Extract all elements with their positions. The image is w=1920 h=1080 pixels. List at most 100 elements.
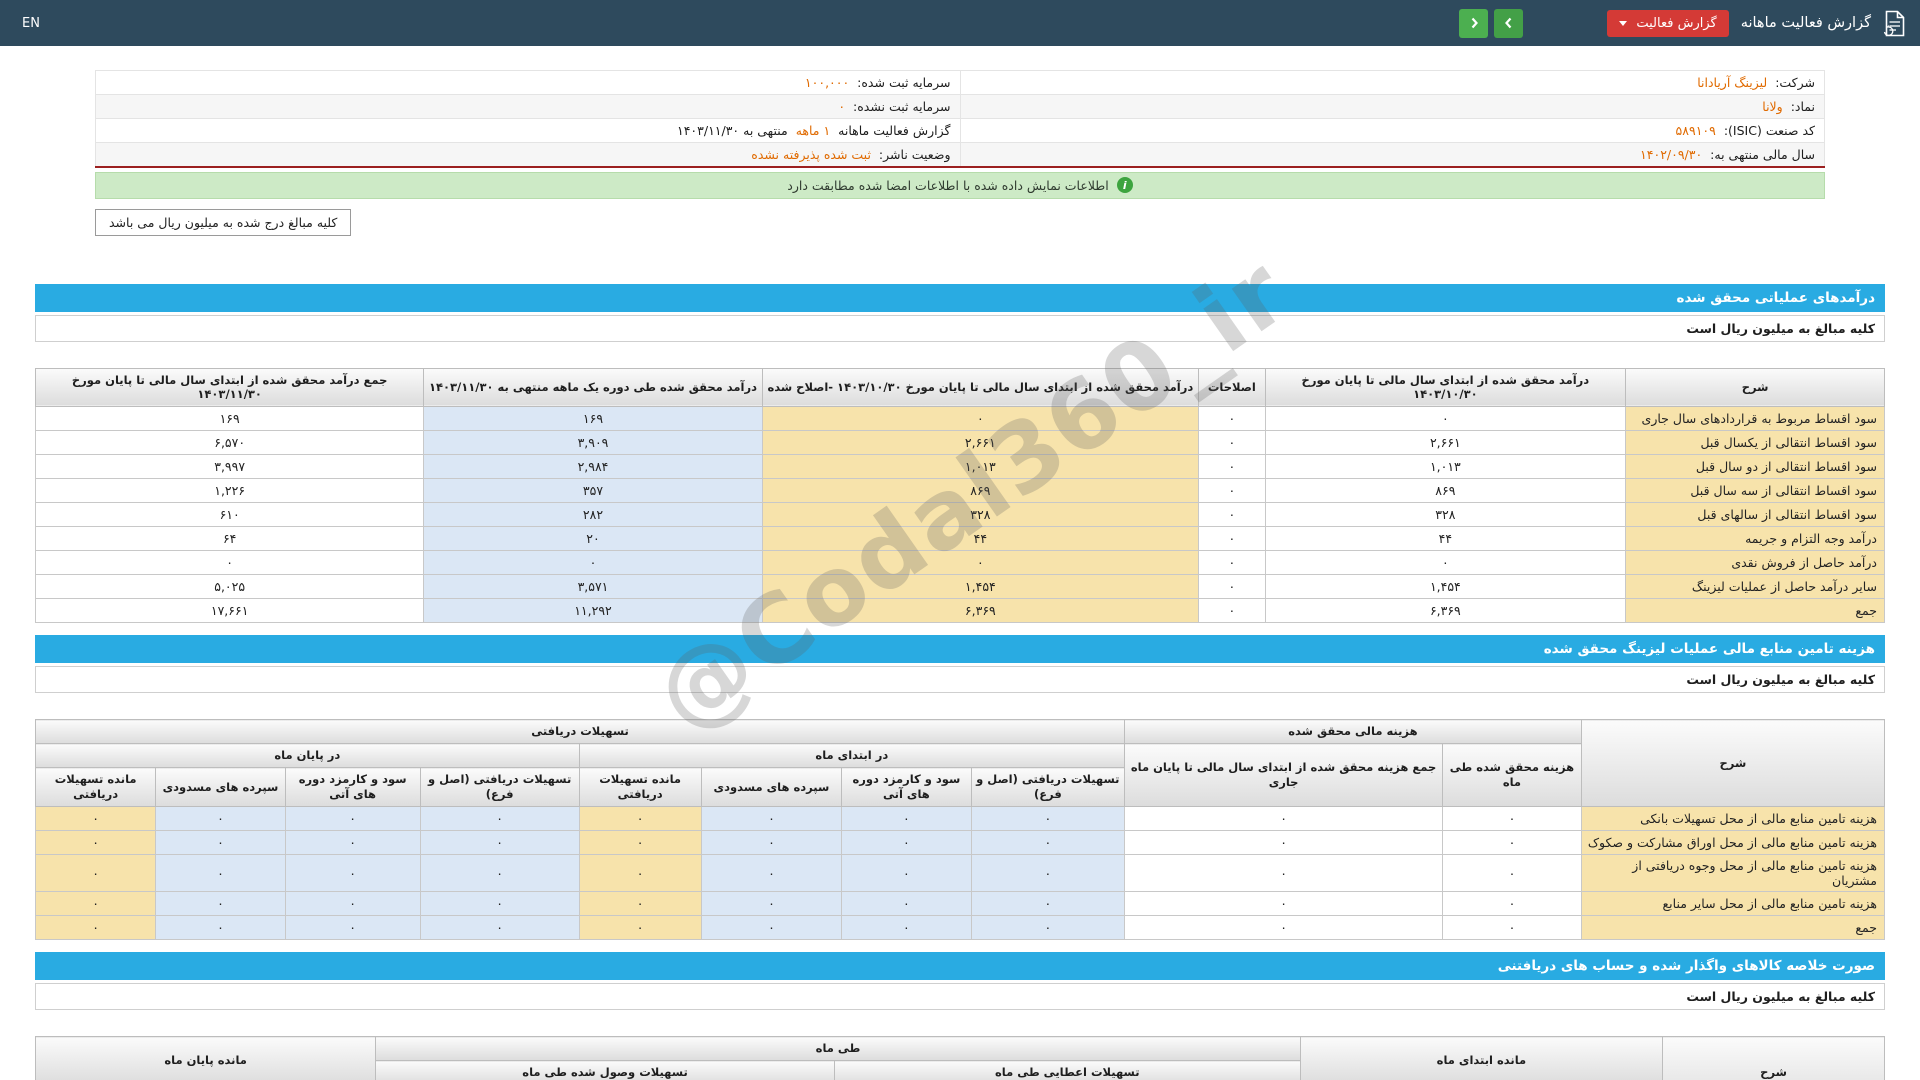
group-header: تسهیلات دریافتی (36, 720, 1125, 744)
symbol-value: ولانا (1762, 99, 1782, 114)
value-cell: ۰ (971, 807, 1124, 831)
next-report-button[interactable] (1459, 9, 1488, 38)
group-header: مانده ابتدای ماه (1300, 1037, 1662, 1080)
value-cell: ۰ (36, 807, 156, 831)
info-row: نماد: ولانا سرمایه ثبت نشده: ۰ (96, 95, 1825, 119)
value-cell: ۰ (842, 855, 971, 892)
finance-cost-section: هزینه تامین منابع مالی عملیات لیزینگ محق… (35, 635, 1885, 940)
value-cell: ۰ (971, 831, 1124, 855)
value-cell: ۰ (285, 807, 420, 831)
row-label-cell: جمع (1581, 916, 1884, 940)
value-cell: ۰ (36, 892, 156, 916)
col-header: هزینه محقق شده طی ماه (1443, 744, 1582, 807)
isic-value: ۵۸۹۱۰۹ (1676, 123, 1716, 138)
value-cell: ۳۲۸ (762, 503, 1198, 527)
value-cell: ۱,۰۱۳ (762, 455, 1198, 479)
table-row: هزینه تامین منابع مالی از محل تسهیلات با… (36, 807, 1885, 831)
publisher-status-label: وضعیت ناشر: (879, 147, 951, 162)
value-cell: ۰ (420, 855, 579, 892)
group-header: در پایان ماه (36, 744, 580, 768)
symbol-cell: نماد: ولانا (960, 95, 1825, 119)
registered-capital-value: ۱۰۰,۰۰۰ (805, 75, 849, 90)
value-cell: ۰ (1125, 892, 1443, 916)
value-cell: ۴۴ (1265, 527, 1626, 551)
value-cell: ۰ (1125, 916, 1443, 940)
value-cell: ۱,۴۵۴ (1265, 575, 1626, 599)
col-header: جمع هزینه محقق شده از ابتدای سال مالی تا… (1125, 744, 1443, 807)
value-cell: ۶,۳۶۹ (762, 599, 1198, 623)
fiscal-year-label: سال مالی منتهی به: (1710, 147, 1815, 162)
value-cell: ۰ (1443, 916, 1582, 940)
value-cell: ۲۰ (424, 527, 762, 551)
table-row: درآمد وجه التزام و جریمه۴۴۰۴۴۲۰۶۴ (36, 527, 1885, 551)
goods-section-header: صورت خلاصه کالاهای واگذار شده و حساب های… (35, 952, 1885, 980)
value-cell: ۰ (762, 407, 1198, 431)
goods-table: شرح مانده ابتدای ماه طی ماه مانده پایان … (35, 1036, 1885, 1080)
fiscal-year-cell: سال مالی منتهی به: ۱۴۰۲/۰۹/۳۰ (960, 143, 1825, 167)
value-cell: ۰ (579, 855, 701, 892)
value-cell: ۰ (1265, 551, 1626, 575)
amounts-note-row: کلیه مبالغ درج شده به میلیون ریال می باش… (95, 209, 1825, 236)
publisher-status-value: ثبت شده پذیرفته نشده (751, 147, 871, 162)
row-label-cell: سود اقساط انتقالی از سالهای قبل (1626, 503, 1885, 527)
col-header: درآمد محقق شده طی دوره یک ماهه منتهی به … (424, 368, 762, 407)
col-header: شرح (1626, 368, 1885, 407)
col-header: درآمد محقق شده از ابتدای سال مالی تا پای… (762, 368, 1198, 407)
value-cell: ۱,۲۲۶ (36, 479, 424, 503)
finance-cost-unit-note: کلیه مبالغ به میلیون ریال است (35, 666, 1885, 693)
report-type-dropdown[interactable]: گزارش فعالیت (1607, 10, 1728, 37)
revenue-table: شرح درآمد محقق شده از ابتدای سال مالی تا… (35, 368, 1885, 624)
value-cell: ۰ (420, 892, 579, 916)
value-cell: ۰ (701, 892, 842, 916)
previous-report-button[interactable] (1494, 9, 1523, 38)
value-cell: ۳,۵۷۱ (424, 575, 762, 599)
value-cell: ۰ (420, 831, 579, 855)
header-row: شرح هزینه مالی محقق شده تسهیلات دریافتی (36, 720, 1885, 744)
value-cell: ۰ (156, 831, 285, 855)
value-cell: ۰ (579, 916, 701, 940)
value-cell: ۰ (971, 916, 1124, 940)
row-label-cell: هزینه تامین منابع مالی از محل وجوه دریاف… (1581, 855, 1884, 892)
value-cell: ۰ (1199, 575, 1266, 599)
table-row: سایر درآمد حاصل از عملیات لیزینگ۱,۴۵۴۰۱,… (36, 575, 1885, 599)
col-header: سود و کارمزد دوره های آتی (842, 768, 971, 807)
value-cell: ۰ (1199, 527, 1266, 551)
info-row: کد صنعت (ISIC): ۵۸۹۱۰۹ گزارش فعالیت ماها… (96, 119, 1825, 143)
value-cell: ۰ (156, 892, 285, 916)
row-label-cell: هزینه تامین منابع مالی از محل تسهیلات با… (1581, 807, 1884, 831)
col-header: شرح (1581, 720, 1884, 807)
group-header: مانده پایان ماه (36, 1037, 376, 1080)
row-label-cell: سود اقساط انتقالی از یکسال قبل (1626, 431, 1885, 455)
value-cell: ۸۶۹ (1265, 479, 1626, 503)
language-toggle-en[interactable]: EN (14, 12, 48, 35)
company-cell: شرکت: لیزینگ آریادانا (960, 71, 1825, 95)
company-name-link[interactable]: لیزینگ آریادانا (1697, 75, 1767, 90)
row-label-cell: درآمد حاصل از فروش نقدی (1626, 551, 1885, 575)
table-row: هزینه تامین منابع مالی از محل سایر منابع… (36, 892, 1885, 916)
info-row: سال مالی منتهی به: ۱۴۰۲/۰۹/۳۰ وضعیت ناشر… (96, 143, 1825, 167)
chevron-left-icon (1503, 17, 1515, 29)
value-cell: ۰ (156, 916, 285, 940)
row-label-cell: سود اقساط مربوط به قراردادهای سال جاری (1626, 407, 1885, 431)
value-cell: ۳,۹۹۷ (36, 455, 424, 479)
table-row: سود اقساط انتقالی از سه سال قبل۸۶۹۰۸۶۹۳۵… (36, 479, 1885, 503)
publisher-status-cell: وضعیت ناشر: ثبت شده پذیرفته نشده (96, 143, 961, 167)
finance-cost-section-header: هزینه تامین منابع مالی عملیات لیزینگ محق… (35, 635, 1885, 663)
col-header: جمع درآمد محقق شده از ابتدای سال مالی تا… (36, 368, 424, 407)
value-cell: ۰ (1199, 431, 1266, 455)
value-cell: ۰ (420, 807, 579, 831)
value-cell: ۵,۰۲۵ (36, 575, 424, 599)
value-cell: ۰ (1443, 807, 1582, 831)
page-title: گزارش فعالیت ماهانه (1741, 15, 1871, 31)
value-cell: ۰ (1199, 479, 1266, 503)
total-row: جمع۰۰۰۰۰۰۰۰۰۰ (36, 916, 1885, 940)
isic-cell: کد صنعت (ISIC): ۵۸۹۱۰۹ (960, 119, 1825, 143)
value-cell: ۰ (1443, 831, 1582, 855)
table-row: سود اقساط مربوط به قراردادهای سال جاری۰۰… (36, 407, 1885, 431)
col-header: مانده تسهیلات دریافتی (579, 768, 701, 807)
col-header: تسهیلات دریافتی (اصل و فرع) (420, 768, 579, 807)
unregistered-capital-value: ۰ (838, 99, 845, 114)
col-header: اصلاحات (1199, 368, 1266, 407)
header-row: شرح درآمد محقق شده از ابتدای سال مالی تا… (36, 368, 1885, 407)
goods-unit-note: کلیه مبالغ به میلیون ریال است (35, 983, 1885, 1010)
